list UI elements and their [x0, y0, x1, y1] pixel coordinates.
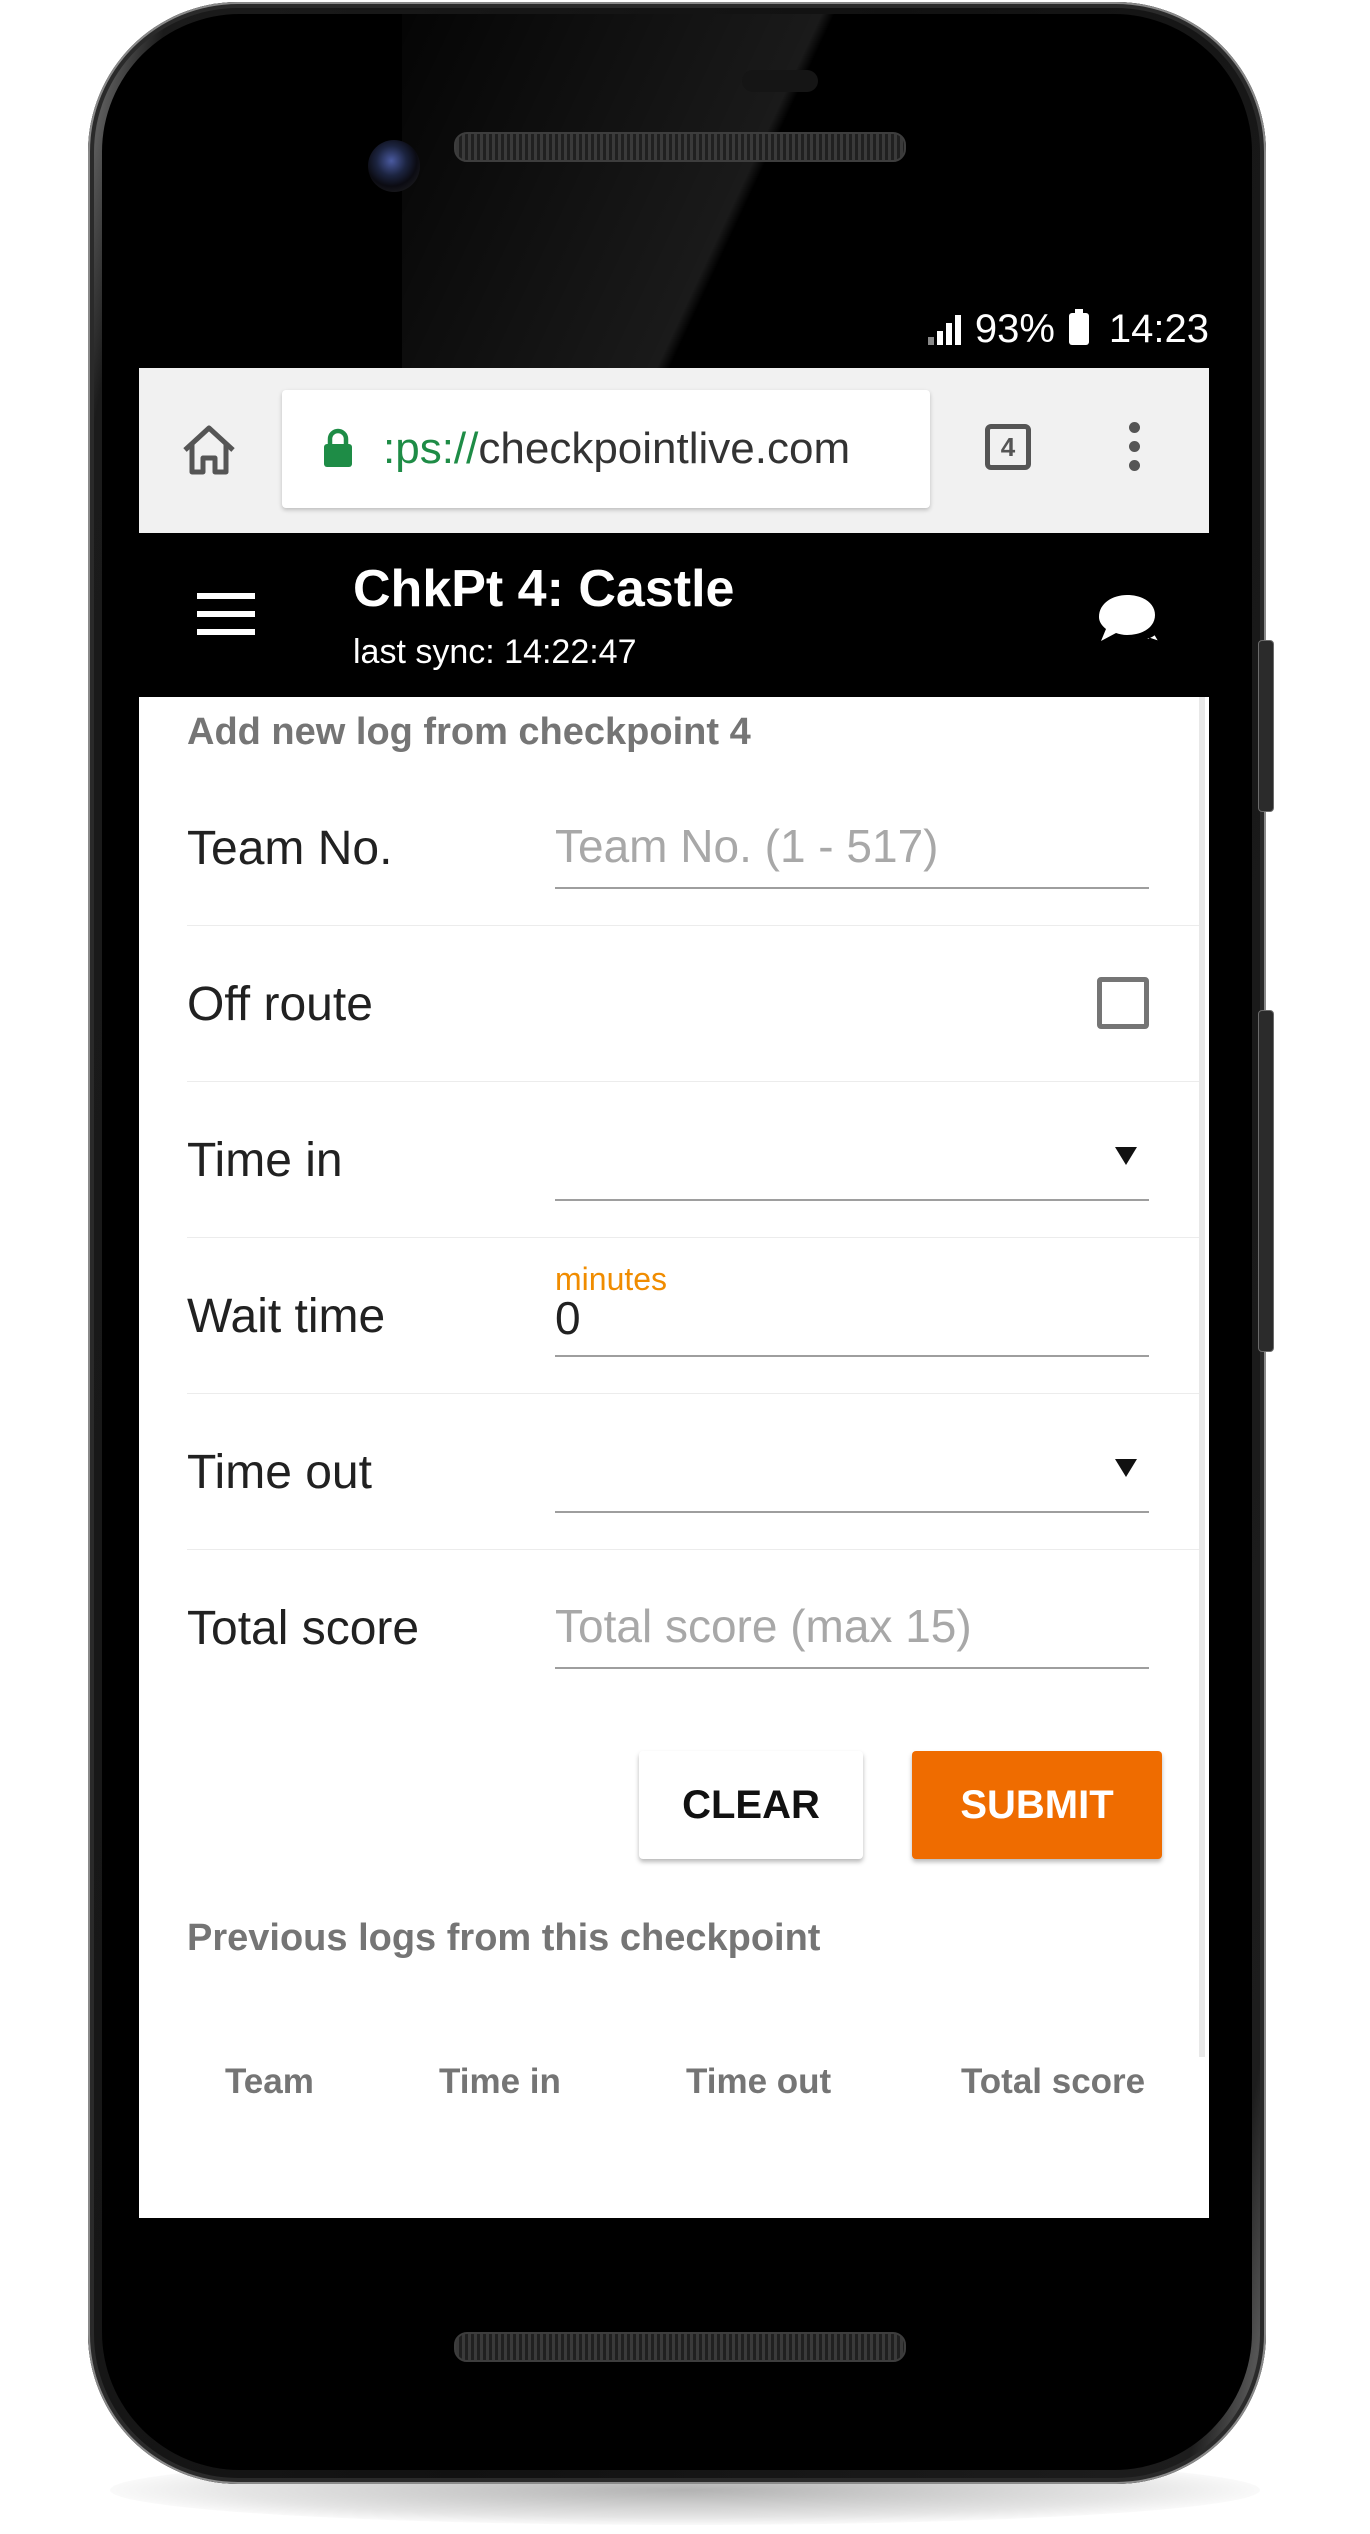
tab-count: 4	[1000, 431, 1016, 462]
time-out-label: Time out	[187, 1446, 372, 1499]
home-icon[interactable]	[179, 420, 239, 480]
total-score-row: Total score Total score (max 15)	[187, 1549, 1199, 1705]
app-bar: ChkPt 4: Castle last sync: 14:22:47	[139, 533, 1209, 697]
wait-time-row: Wait time minutes 0	[187, 1237, 1199, 1394]
off-route-checkbox[interactable]	[1097, 977, 1149, 1029]
form-heading: Add new log from checkpoint 4	[187, 711, 751, 753]
off-route-label: Off route	[187, 978, 373, 1031]
page-title: ChkPt 4: Castle	[353, 560, 735, 618]
volume-button	[1258, 1010, 1274, 1352]
tabs-icon[interactable]: 4	[985, 424, 1031, 470]
url-host: checkpointlive.com	[478, 424, 851, 473]
power-button	[1258, 640, 1274, 812]
submit-button[interactable]: SUBMIT	[912, 1751, 1162, 1859]
time-in-select[interactable]	[555, 1111, 1149, 1201]
column-header-time-in[interactable]: Time in	[439, 2062, 561, 2102]
time-out-row: Time out	[187, 1393, 1199, 1550]
url-bar[interactable]: :ps://checkpointlive.com	[282, 390, 930, 508]
column-header-total-score[interactable]: Total score	[961, 2062, 1145, 2102]
off-route-row: Off route	[187, 925, 1199, 1082]
team-no-label: Team No.	[187, 822, 393, 875]
total-score-placeholder: Total score (max 15)	[555, 1600, 972, 1652]
lock-icon	[324, 428, 352, 467]
time-out-select[interactable]	[555, 1423, 1149, 1513]
last-sync: last sync: 14:22:47	[353, 633, 637, 671]
total-score-label: Total score	[187, 1602, 420, 1655]
signal-icon	[927, 313, 961, 345]
battery-icon	[1068, 309, 1089, 345]
top-speaker	[454, 132, 906, 162]
wait-time-input[interactable]: minutes 0	[555, 1261, 1149, 1357]
dropdown-arrow-icon	[1115, 1459, 1137, 1477]
browser-toolbar: :ps://checkpointlive.com 4	[139, 368, 1209, 534]
url-scheme: :ps://	[383, 424, 479, 473]
bottom-speaker	[454, 2332, 906, 2362]
column-header-time-out[interactable]: Time out	[686, 2062, 831, 2102]
hamburger-icon[interactable]	[197, 593, 255, 635]
proximity-sensor	[742, 70, 818, 92]
battery-percent: 93%	[974, 306, 1055, 351]
wait-time-label: Wait time	[187, 1290, 386, 1343]
menu-dots-icon[interactable]	[1129, 422, 1141, 478]
time-in-label: Time in	[187, 1134, 343, 1187]
screen: :ps://checkpointlive.com 4 ChkPt 4: Cast…	[139, 368, 1209, 2218]
team-no-row: Team No. Team No. (1 - 517)	[187, 769, 1199, 926]
time-in-row: Time in	[187, 1081, 1199, 1238]
status-bar: 93% 14:23	[139, 290, 1209, 368]
clock: 14:23	[1108, 306, 1209, 351]
total-score-input[interactable]: Total score (max 15)	[555, 1579, 1149, 1669]
dropdown-arrow-icon	[1115, 1147, 1137, 1165]
chat-icon[interactable]	[1093, 589, 1165, 649]
wait-time-value: 0	[555, 1292, 581, 1344]
front-camera	[368, 140, 420, 192]
team-no-placeholder: Team No. (1 - 517)	[555, 820, 939, 872]
clear-button[interactable]: CLEAR	[639, 1751, 863, 1859]
column-header-team[interactable]: Team	[225, 2062, 314, 2102]
previous-logs-heading: Previous logs from this checkpoint	[187, 1917, 821, 1959]
team-no-input[interactable]: Team No. (1 - 517)	[555, 799, 1149, 889]
scrollbar[interactable]	[1199, 697, 1205, 2057]
url-text: :ps://checkpointlive.com	[383, 424, 850, 474]
